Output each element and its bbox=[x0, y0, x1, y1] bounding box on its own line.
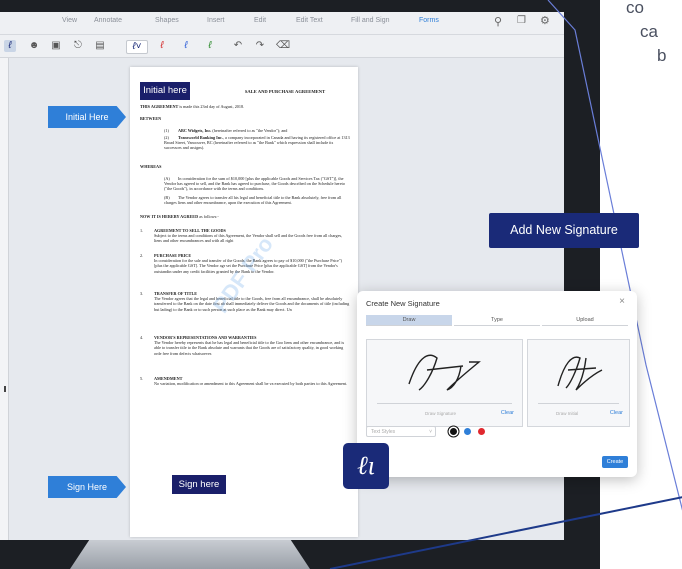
left-panel bbox=[0, 58, 9, 540]
color-red-swatch[interactable] bbox=[478, 428, 485, 435]
menu-forms[interactable]: Forms bbox=[419, 17, 439, 24]
clause-5: 5. AMENDMENT No variation, modification or… bbox=[140, 376, 348, 387]
drawn-signature bbox=[408, 354, 481, 391]
drawn-initials bbox=[557, 356, 603, 391]
text-fragment-1: co bbox=[626, 0, 644, 17]
signature-baseline bbox=[377, 403, 512, 404]
signature-app-logo: ℓι bbox=[343, 443, 389, 489]
eraser-icon[interactable]: ⌫ bbox=[276, 40, 290, 52]
person-icon[interactable]: ☻ bbox=[28, 40, 40, 52]
pages-icon[interactable]: ❐ bbox=[517, 15, 526, 26]
tool-bar: ℓ ☻ ▣ ⎋ ▤ ℓ˅ ℓ ℓ ℓ ↶ ↷ ⌫ bbox=[0, 35, 564, 58]
whereas-heading: WHEREAS bbox=[140, 164, 162, 169]
monitor-stand bbox=[70, 540, 310, 569]
menu-edit[interactable]: Edit bbox=[254, 17, 266, 24]
search-icon[interactable]: ⚲ bbox=[494, 15, 502, 28]
color-blue-swatch[interactable] bbox=[464, 428, 471, 435]
menu-fill-and-sign[interactable]: Fill and Sign bbox=[351, 17, 390, 24]
intro-line: THIS AGREEMENT is made this 23rd day of … bbox=[140, 104, 245, 109]
sign-here-callout: Sign Here bbox=[48, 476, 126, 498]
chevron-down-icon: ˅ bbox=[429, 429, 432, 435]
initials-draw-area[interactable]: Draw Initial Clear bbox=[527, 339, 630, 427]
add-new-signature-button[interactable]: Add New Signature bbox=[489, 213, 639, 248]
initials-blue-icon[interactable]: ℓ bbox=[180, 40, 192, 52]
recital-a: (A) In consideration for the sum of $10,0… bbox=[164, 176, 345, 192]
text-fragment-3: b bbox=[657, 46, 667, 65]
color-black-swatch[interactable] bbox=[450, 428, 457, 435]
signature-dropdown-icon[interactable]: ℓ˅ bbox=[126, 40, 148, 54]
tab-type[interactable]: Type bbox=[454, 315, 540, 326]
clear-signature-link[interactable]: Clear bbox=[501, 410, 514, 416]
menu-view[interactable]: View bbox=[62, 17, 77, 24]
tab-upload[interactable]: Upload bbox=[542, 315, 628, 326]
agreed-line: NOW IT IS HEREBY AGREED as follows:- bbox=[140, 214, 219, 219]
party-1: (1) ABC Widgets, Inc. (hereinafter referr… bbox=[164, 128, 288, 133]
signature-draw-area[interactable]: Draw Signature Clear bbox=[366, 339, 523, 427]
clear-initials-link[interactable]: Clear bbox=[610, 410, 623, 416]
menu-bar: View Annotate Shapes Insert Edit Edit Te… bbox=[0, 12, 564, 35]
signature-icon[interactable]: ℓ bbox=[4, 40, 16, 52]
clause-4: 4. VENDOR'S REPRESENTATIONS AND WARRANTIE… bbox=[140, 335, 345, 356]
recital-b: (B) The Vendor agrees to transfer all his… bbox=[164, 195, 342, 206]
create-signature-dialog: Create New Signature × Draw Type Upload … bbox=[357, 291, 637, 477]
menu-edit-text[interactable]: Edit Text bbox=[296, 17, 323, 24]
stamp-icon[interactable]: ▤ bbox=[94, 40, 106, 52]
party-2: (2) Transworld Banking Inc., a company in… bbox=[164, 135, 350, 151]
sign-here-button[interactable]: Sign here bbox=[172, 475, 226, 494]
clause-1: 1. AGREEMENT TO SELL THE GOODS Subject to … bbox=[140, 228, 343, 244]
undo-icon[interactable]: ↶ bbox=[232, 40, 244, 52]
draw-signature-label: Draw Signature bbox=[425, 411, 457, 416]
menu-annotate[interactable]: Annotate bbox=[94, 17, 122, 24]
signature-green-icon[interactable]: ℓ bbox=[204, 40, 216, 52]
panel-handle-icon[interactable] bbox=[4, 386, 6, 392]
text-fragment-2: ca bbox=[640, 22, 658, 41]
text-styles-select[interactable]: Text Styles ˅ bbox=[366, 426, 436, 437]
initial-here-callout: Initial Here bbox=[48, 106, 126, 128]
menu-shapes[interactable]: Shapes bbox=[155, 17, 179, 24]
between-heading: BETWEEN bbox=[140, 116, 162, 121]
draw-initial-label: Draw Initial bbox=[556, 411, 579, 416]
document-title: SALE AND PURCHASE AGREEMENT bbox=[244, 89, 326, 94]
document-page: Initial here SALE AND PURCHASE AGREEMENT… bbox=[130, 67, 358, 537]
menu-insert[interactable]: Insert bbox=[207, 17, 225, 24]
create-button[interactable]: Create bbox=[602, 456, 628, 468]
settings-icon[interactable]: ⚙ bbox=[540, 14, 550, 27]
redo-icon[interactable]: ↷ bbox=[254, 40, 266, 52]
text-styles-value: Text Styles bbox=[371, 429, 396, 435]
attachment-icon[interactable]: ⎋ bbox=[72, 40, 84, 52]
signature-red-icon[interactable]: ℓ bbox=[156, 40, 168, 52]
initials-baseline bbox=[538, 403, 619, 404]
tab-draw[interactable]: Draw bbox=[366, 315, 452, 326]
dialog-title: Create New Signature bbox=[366, 299, 440, 308]
close-icon[interactable]: × bbox=[619, 296, 625, 307]
image-icon[interactable]: ▣ bbox=[50, 40, 62, 52]
